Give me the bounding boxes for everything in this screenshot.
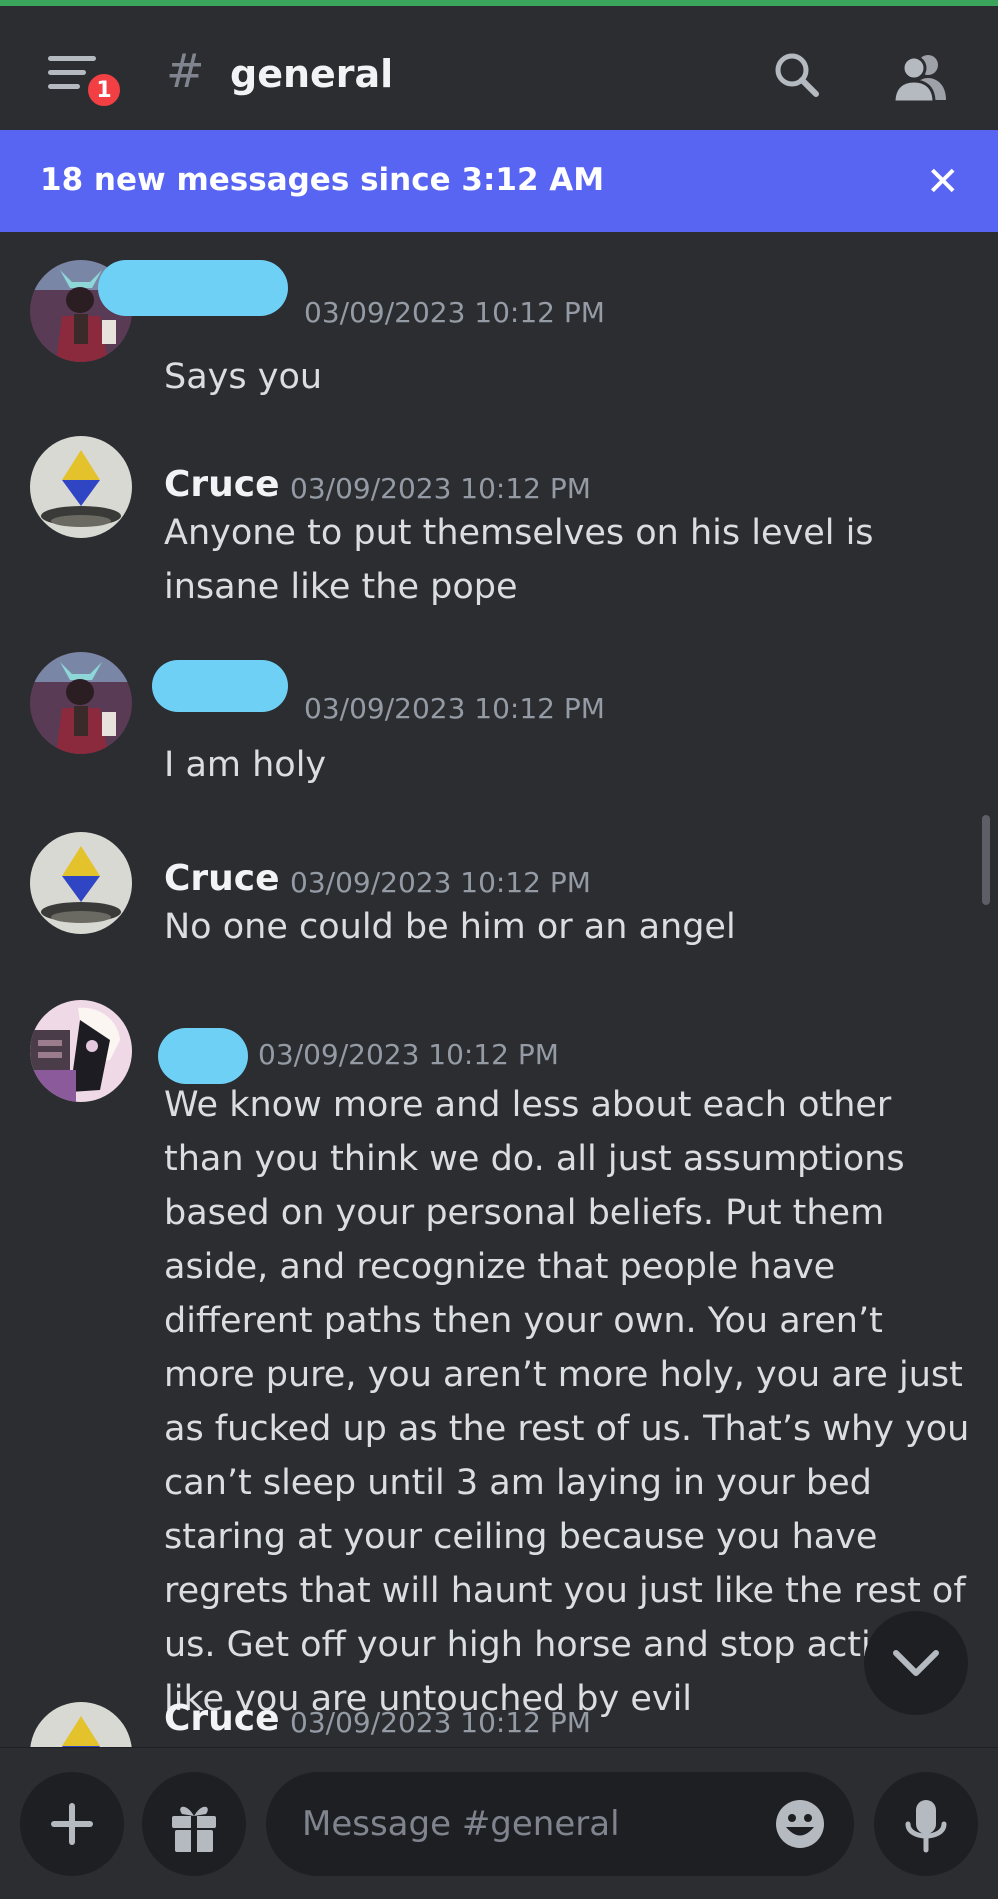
emoji-icon[interactable] [774, 1798, 826, 1850]
new-messages-banner[interactable]: 18 new messages since 3:12 AM ✕ [0, 130, 998, 232]
message-timestamp: 03/09/2023 10:12 PM [258, 1038, 559, 1071]
avatar[interactable] [30, 1000, 132, 1102]
avatar[interactable] [30, 832, 132, 934]
message-text: Says you [164, 357, 323, 397]
plus-icon [51, 1803, 93, 1845]
chevron-down-icon [893, 1650, 939, 1676]
members-icon[interactable] [892, 52, 950, 102]
channel-title[interactable]: general [230, 53, 393, 96]
gift-icon [172, 1806, 216, 1852]
menu-button[interactable]: 1 [40, 50, 124, 110]
jump-to-bottom-button[interactable] [864, 1611, 968, 1715]
close-icon[interactable]: ✕ [926, 162, 960, 202]
scrollbar[interactable] [982, 815, 990, 905]
message-author[interactable]: Cruce [164, 464, 280, 505]
message-timestamp: 03/09/2023 10:12 PM [290, 1706, 591, 1739]
channel-header: 1 # general [0, 6, 998, 130]
gift-button[interactable] [142, 1772, 246, 1876]
message-timestamp: 03/09/2023 10:12 PM [290, 472, 591, 505]
message-author[interactable]: Cruce [164, 858, 280, 899]
redacted-username [158, 1028, 248, 1084]
message-timestamp: 03/09/2023 10:12 PM [304, 296, 605, 329]
avatar[interactable] [30, 1702, 132, 1747]
message-input[interactable] [302, 1798, 722, 1850]
redacted-username [98, 260, 288, 316]
hash-icon: # [166, 44, 205, 98]
new-messages-text: 18 new messages since 3:12 AM [40, 162, 605, 198]
avatar[interactable] [30, 436, 132, 538]
message-author[interactable]: Cruce [164, 1698, 280, 1739]
message-text: I am holy [164, 745, 327, 785]
microphone-icon [905, 1800, 947, 1853]
redacted-username [152, 660, 288, 712]
message-text: We know more and less about each other t… [164, 1085, 970, 1719]
message-text: Anyone to put themselves on his level is… [164, 513, 874, 607]
search-icon[interactable] [772, 50, 822, 100]
message-timestamp: 03/09/2023 10:12 PM [290, 866, 591, 899]
message-composer-bar [0, 1747, 998, 1899]
message-timestamp: 03/09/2023 10:12 PM [304, 692, 605, 725]
add-attachment-button[interactable] [20, 1772, 124, 1876]
avatar[interactable] [30, 652, 132, 754]
message-list[interactable]: 03/09/2023 10:12 PM Says you Cruce 03/09… [0, 232, 998, 1747]
message-text: No one could be him or an angel [164, 907, 736, 947]
voice-message-button[interactable] [874, 1772, 978, 1876]
notification-badge: 1 [84, 70, 124, 110]
message-input-container[interactable] [266, 1772, 854, 1876]
